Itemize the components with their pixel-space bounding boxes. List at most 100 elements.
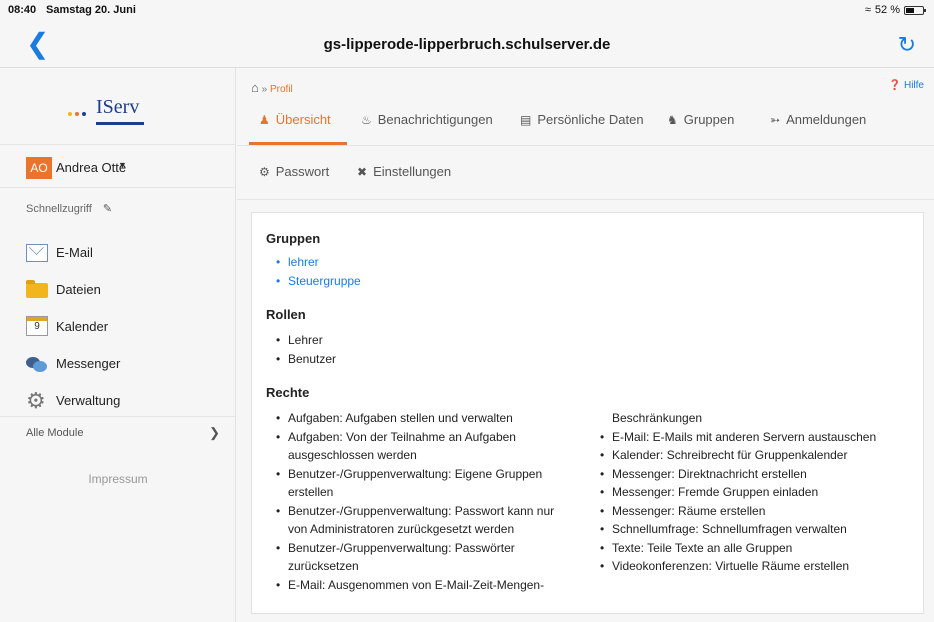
reload-icon[interactable]: ↻ <box>898 32 916 58</box>
caret-down-icon: ▼ <box>118 160 127 170</box>
quick-access-label: Schnellzugriff <box>26 203 92 215</box>
logo-dot <box>68 112 72 116</box>
wifi-icon: ≈ <box>864 4 871 16</box>
right-item-continued: ausgeschlossen werden <box>288 448 417 462</box>
tab-label: Übersicht <box>275 112 331 127</box>
all-modules-link[interactable]: Alle Module ❯ <box>0 416 236 446</box>
right-item: Benutzer-/Gruppenverwaltung: Passwörter <box>266 539 606 558</box>
rights-list-right: Beschränkungen E-Mail: E-Mails mit ander… <box>590 409 920 576</box>
tab-logins[interactable]: ➳ Anmeldungen <box>770 112 866 142</box>
role-item: Lehrer <box>266 331 336 350</box>
right-item-continued: zurücksetzen <box>288 559 359 573</box>
all-modules-label: Alle Module <box>26 427 84 439</box>
tab-password[interactable]: ⚙ Passwort <box>259 164 329 194</box>
right-item: Benutzer-/Gruppenverwaltung: Eigene Grup… <box>266 465 606 484</box>
page-host: gs-lipperode-lipperbruch.schulserver.de <box>323 36 611 53</box>
logo-underline <box>96 122 144 125</box>
home-icon[interactable]: ⌂ <box>251 80 259 95</box>
help-link[interactable]: ❓ Hilfe <box>889 80 924 91</box>
mail-icon <box>26 244 48 262</box>
messenger-icon <box>26 355 48 373</box>
chevron-right-icon: ❯ <box>209 425 220 440</box>
tab-label: Persönliche Daten <box>537 112 644 127</box>
logo-dot <box>75 112 79 116</box>
rights-list-left: Aufgaben: Aufgaben stellen und verwalten… <box>266 409 606 594</box>
right-item: Messenger: Direktnachricht erstellen <box>590 465 920 484</box>
logo-dot <box>82 112 86 116</box>
sidebar-item-files[interactable]: Dateien <box>26 279 226 301</box>
tab-groups[interactable]: ♞ Gruppen <box>667 112 734 142</box>
logo-dots <box>68 112 86 116</box>
status-date: Samstag 20. Juni <box>46 4 136 16</box>
role-item: Benutzer <box>266 350 336 369</box>
right-item: Aufgaben: Aufgaben stellen und verwalten <box>266 409 606 428</box>
right-item: Messenger: Räume erstellen <box>590 502 920 521</box>
login-icon: ➳ <box>770 113 781 127</box>
sidebar-item-label: Messenger <box>56 356 121 371</box>
sidebar-item-label: Kalender <box>56 319 109 334</box>
tab-notifications[interactable]: ♨ Benachrichtigungen <box>361 112 493 142</box>
right-item: E-Mail: Ausgenommen von E-Mail-Zeit-Meng… <box>266 576 606 595</box>
right-item-continued: von Administratoren zurückgesetzt werden <box>288 522 515 536</box>
sidebar-item-label: Verwaltung <box>56 393 121 408</box>
roles-heading: Rollen <box>266 307 306 322</box>
quick-access-header: Schnellzugriff ✎ <box>26 202 112 215</box>
overview-card: Gruppen lehrer Steuergruppe Rollen Lehre… <box>251 212 924 614</box>
tab-label: Einstellungen <box>373 164 452 179</box>
main-content: ⌂ » Profil ❓ Hilfe ♟ Übersicht ♨ Benachric… <box>237 68 934 622</box>
wrench-icon: ⚙ <box>259 165 270 179</box>
logo-text: IServ <box>96 96 140 118</box>
tab-overview[interactable]: ♟ Übersicht <box>259 112 331 142</box>
avatar: AO <box>26 157 52 179</box>
id-card-icon: ▤ <box>520 113 532 127</box>
status-time: 08:40 <box>8 4 37 16</box>
sidebar-item-administration[interactable]: ⚙ Verwaltung <box>26 390 226 412</box>
iserv-logo[interactable]: IServ <box>52 96 192 136</box>
users-icon: ♞ <box>667 113 678 127</box>
battery-icon <box>904 5 926 15</box>
breadcrumb: ⌂ » Profil <box>251 80 293 95</box>
pencil-icon[interactable]: ✎ <box>103 203 112 215</box>
sidebar-item-messenger[interactable]: Messenger <box>26 353 226 375</box>
user-name: Andrea Otte <box>56 160 127 175</box>
tab-label: Passwort <box>275 164 330 179</box>
right-item: Benutzer-/Gruppenverwaltung: Passwort ka… <box>266 502 606 521</box>
status-right: ≈ 52 % <box>864 4 926 16</box>
right-item-continued: Beschränkungen <box>612 411 703 425</box>
profile-tabs: ♟ Übersicht ♨ Benachrichtigungen ▤ Persönli… <box>237 104 934 146</box>
tab-settings[interactable]: ✖ Einstellungen <box>357 164 451 194</box>
right-item: E-Mail: E-Mails mit anderen Servern aust… <box>590 428 920 447</box>
group-link-lehrer[interactable]: lehrer <box>266 253 361 272</box>
right-item: Aufgaben: Von der Teilnahme an Aufgaben <box>266 428 606 447</box>
tab-label: Anmeldungen <box>786 112 867 127</box>
user-menu[interactable]: AO Andrea Otte ▼ <box>0 144 236 188</box>
bell-icon: ♨ <box>361 113 372 127</box>
battery-percent: 52 % <box>874 4 900 16</box>
sidebar: IServ AO Andrea Otte ▼ Schnellzugriff ✎ … <box>0 68 236 622</box>
tab-label: Gruppen <box>683 112 735 127</box>
impressum-link[interactable]: Impressum <box>0 472 236 486</box>
right-item: Texte: Teile Texte an alle Gruppen <box>590 539 920 558</box>
sidebar-item-label: E-Mail <box>56 245 93 260</box>
tab-personal-data[interactable]: ▤ Persönliche Daten <box>520 112 644 142</box>
breadcrumb-profile[interactable]: Profil <box>270 84 293 95</box>
tab-label: Benachrichtigungen <box>377 112 493 127</box>
sidebar-item-calendar[interactable]: 9 Kalender <box>26 316 226 338</box>
question-circle-icon: ❓ <box>888 80 902 91</box>
right-item: Kalender: Schreibrecht für Gruppenkalend… <box>590 446 920 465</box>
right-item: Videokonferenzen: Virtuelle Räume erstel… <box>590 557 920 576</box>
breadcrumb-separator: » <box>261 84 268 95</box>
user-icon: ♟ <box>259 113 270 127</box>
browser-bar: ❮ gs-lipperode-lipperbruch.schulserver.d… <box>0 20 934 68</box>
right-item: Schnellumfrage: Schnellumfragen verwalte… <box>590 520 920 539</box>
profile-subtabs: ⚙ Passwort ✖ Einstellungen <box>237 146 934 200</box>
sidebar-item-label: Dateien <box>56 282 101 297</box>
group-link-steuergruppe[interactable]: Steuergruppe <box>266 272 361 291</box>
groups-heading: Gruppen <box>266 231 321 246</box>
calendar-icon: 9 <box>26 316 48 336</box>
sidebar-item-email[interactable]: E-Mail <box>26 242 226 264</box>
battery-fill <box>906 7 914 13</box>
rights-heading: Rechte <box>266 385 310 400</box>
gear-icon: ⚙ <box>26 388 46 413</box>
active-tab-indicator <box>249 142 347 145</box>
